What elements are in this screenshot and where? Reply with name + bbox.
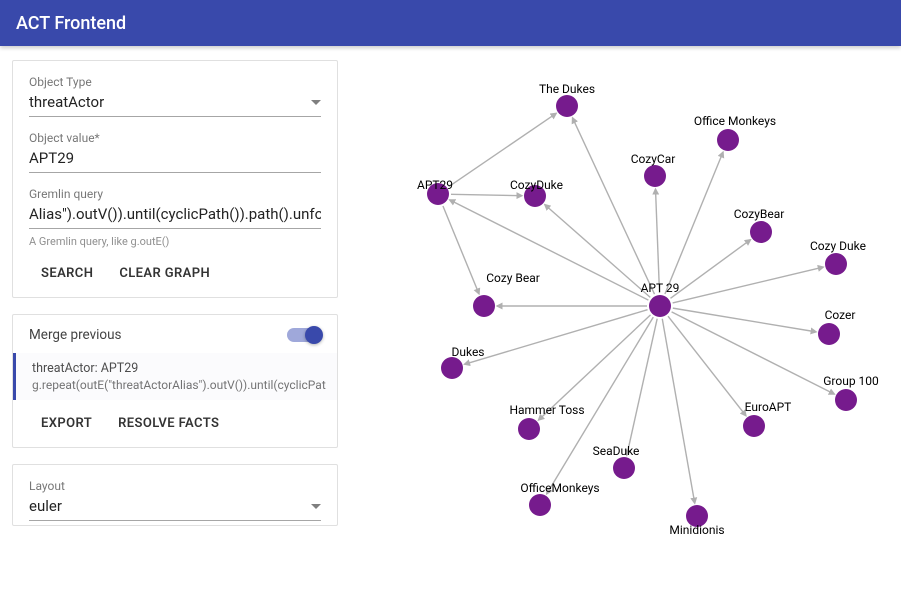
graph-node-label: CozyBear: [734, 207, 785, 221]
graph-node-label: CozyDuke: [510, 178, 563, 192]
graph-edge: [665, 152, 723, 294]
graph-edge: [451, 194, 522, 195]
merge-previous-label: Merge previous: [29, 327, 122, 343]
graph-node-label: The Dukes: [539, 82, 595, 96]
graph-node-label: Hammer Toss: [509, 403, 584, 417]
graph-edge: [464, 310, 647, 365]
main-layout: Object Type threatActor Object value* Gr…: [0, 46, 901, 598]
export-button[interactable]: Export: [37, 410, 96, 437]
chevron-down-icon: [311, 504, 321, 509]
gremlin-input[interactable]: [29, 201, 321, 229]
graph-edge: [450, 200, 649, 300]
merge-previous-row: Merge previous: [29, 327, 321, 353]
gremlin-field: Gremlin query A Gremlin query, like g.ou…: [29, 187, 321, 248]
object-value-label: Object value*: [29, 131, 321, 145]
search-button-row: Search Clear Graph: [29, 252, 321, 287]
graph-node-label: Cozy Bear: [486, 271, 540, 285]
search-button[interactable]: Search: [37, 260, 97, 287]
history-item-subtitle: g.repeat(outE("threatActorAlias").outV()…: [32, 378, 331, 392]
graph-node[interactable]: [750, 221, 772, 243]
graph-node[interactable]: [613, 457, 635, 479]
graph-edge: [627, 319, 657, 456]
graph-node-label: Office Monkeys: [694, 114, 776, 128]
toggle-thumb-icon: [305, 326, 323, 344]
graph-node[interactable]: [818, 323, 840, 345]
history-button-row: Export Resolve Facts: [29, 402, 321, 437]
graph-edge: [668, 316, 746, 416]
graph-node-label: Cozy Duke: [810, 239, 866, 253]
app-title: ACT Frontend: [16, 13, 126, 34]
graph-node-label: Cozer: [825, 308, 856, 322]
graph-edge: [662, 319, 694, 503]
graph-node[interactable]: [518, 418, 540, 440]
graph-edge: [670, 240, 750, 299]
graph-node-label: OfficeMonkeys: [520, 481, 599, 495]
graph-node[interactable]: [529, 494, 551, 516]
graph-node-label: APT29: [417, 178, 453, 192]
object-type-value: threatActor: [29, 93, 104, 111]
object-value-field: Object value*: [29, 131, 321, 173]
graph-node-label: EuroAPT: [745, 400, 792, 414]
layout-value: euler: [29, 497, 62, 515]
graph-svg: APT 29 APT29 CozyDuke The Dukes CozyCar Offic…: [350, 46, 901, 598]
appbar: ACT Frontend: [0, 0, 901, 46]
graph-node-label: Minidionis: [669, 523, 724, 537]
history-item[interactable]: threatActor: APT29 g.repeat(outE("threat…: [13, 353, 337, 400]
graph-node[interactable]: [825, 253, 847, 275]
layout-field[interactable]: Layout euler: [29, 479, 321, 521]
resolve-facts-button[interactable]: Resolve Facts: [114, 410, 223, 437]
graph-node-label: Dukes: [451, 345, 484, 359]
clear-graph-button[interactable]: Clear Graph: [115, 260, 214, 287]
graph-edge: [655, 189, 659, 293]
graph-node-label: Group 100: [823, 374, 879, 388]
sidebar: Object Type threatActor Object value* Gr…: [0, 46, 350, 598]
graph-node[interactable]: [835, 389, 857, 411]
graph-edge: [449, 113, 557, 186]
graph-node[interactable]: [473, 295, 495, 317]
layout-label: Layout: [29, 479, 321, 493]
history-card: Merge previous threatActor: APT29 g.repe…: [12, 314, 338, 448]
graph-node[interactable]: [441, 357, 463, 379]
graph-edge: [673, 267, 824, 303]
graph-node-center[interactable]: [649, 295, 671, 317]
gremlin-label: Gremlin query: [29, 187, 321, 201]
chevron-down-icon: [311, 100, 321, 105]
graph-node[interactable]: [743, 415, 765, 437]
graph-node-label: SeaDuke: [593, 444, 640, 458]
graph-edge: [673, 308, 816, 332]
object-value-input[interactable]: [29, 145, 321, 173]
graph-canvas[interactable]: APT 29 APT29 CozyDuke The Dukes CozyCar Offic…: [350, 46, 901, 598]
graph-edge: [443, 206, 479, 294]
graph-node[interactable]: [717, 129, 739, 151]
object-type-field[interactable]: Object Type threatActor: [29, 75, 321, 117]
graph-node-label: APT 29: [641, 281, 680, 295]
merge-previous-toggle[interactable]: [287, 328, 321, 342]
graph-node-label: CozyCar: [631, 152, 676, 166]
search-card: Object Type threatActor Object value* Gr…: [12, 60, 338, 298]
graph-node[interactable]: [644, 165, 666, 187]
gremlin-helper: A Gremlin query, like g.outE(): [29, 235, 321, 248]
layout-card: Layout euler: [12, 464, 338, 526]
object-type-label: Object Type: [29, 75, 321, 89]
history-item-title: threatActor: APT29: [32, 361, 331, 376]
graph-node[interactable]: [556, 95, 578, 117]
